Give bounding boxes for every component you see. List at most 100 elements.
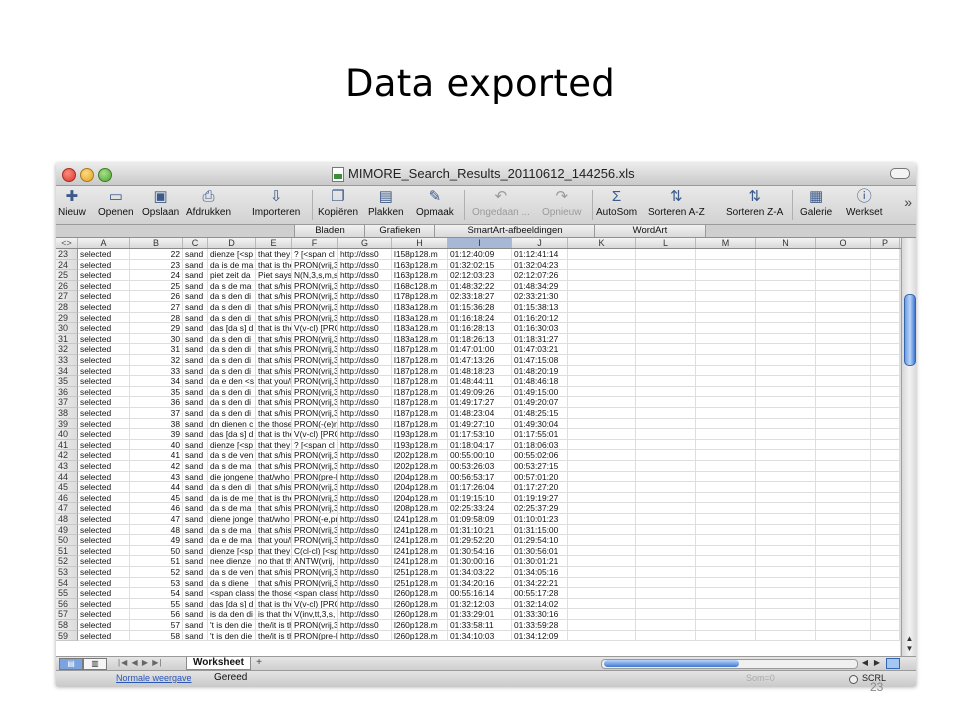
cell-n[interactable] xyxy=(756,397,816,408)
cell-h[interactable]: l163p128.m xyxy=(392,259,448,271)
cell-a[interactable]: selected xyxy=(78,609,130,620)
cell-k[interactable] xyxy=(568,535,636,546)
cell-d[interactable]: da s den di xyxy=(208,333,256,345)
cell-i[interactable]: 01:18:04:17 xyxy=(448,439,512,451)
cell-c[interactable]: sand xyxy=(183,323,208,334)
cell-i[interactable]: 01:19:15:10 xyxy=(448,492,512,504)
cell-n[interactable] xyxy=(756,386,816,398)
cell-p[interactable] xyxy=(871,450,900,461)
cell-a[interactable]: selected xyxy=(78,397,130,408)
cell-c[interactable]: sand xyxy=(183,249,208,260)
cell-f[interactable]: PRON(vrij,3 xyxy=(292,333,338,345)
cell-j[interactable]: 02:33:21:30 xyxy=(512,291,568,302)
cell-o[interactable] xyxy=(816,450,871,461)
cell-o[interactable] xyxy=(816,397,871,408)
cell-k[interactable] xyxy=(568,482,636,493)
cell-f[interactable]: <span class xyxy=(292,588,338,599)
cell-p[interactable] xyxy=(871,323,900,334)
ribbon-tab-smartart-afbeeldingen[interactable]: SmartArt-afbeeldingen xyxy=(434,225,596,237)
cell-o[interactable] xyxy=(816,386,871,398)
row-header[interactable]: 38 xyxy=(56,408,78,419)
cell-g[interactable]: http://dss0 xyxy=(338,492,392,504)
cell-h[interactable]: l193p128.m xyxy=(392,429,448,440)
cell-j[interactable]: 01:17:55:01 xyxy=(512,429,568,440)
cell-a[interactable]: selected xyxy=(78,376,130,387)
cell-h[interactable]: l187p128.m xyxy=(392,355,448,366)
cell-l[interactable] xyxy=(636,344,696,355)
cell-g[interactable]: http://dss0 xyxy=(338,567,392,578)
cell-n[interactable] xyxy=(756,588,816,599)
cell-l[interactable] xyxy=(636,365,696,377)
cell-j[interactable]: 01:48:20:19 xyxy=(512,365,568,377)
cell-f[interactable]: V(v-cl) [PRC xyxy=(292,429,338,440)
cell-h[interactable]: l187p128.m xyxy=(392,344,448,355)
cell-k[interactable] xyxy=(568,577,636,589)
cell-g[interactable]: http://dss0 xyxy=(338,630,392,642)
cell-n[interactable] xyxy=(756,471,816,483)
column-header-i[interactable]: I xyxy=(448,238,512,248)
cell-j[interactable]: 02:25:37:29 xyxy=(512,503,568,514)
cell-o[interactable] xyxy=(816,365,871,377)
cell-k[interactable] xyxy=(568,397,636,408)
cell-e[interactable]: that s/his/i xyxy=(256,386,292,398)
cell-c[interactable]: sand xyxy=(183,312,208,324)
row-header[interactable]: 45 xyxy=(56,482,78,493)
cell-k[interactable] xyxy=(568,386,636,398)
cell-g[interactable]: http://dss0 xyxy=(338,376,392,387)
cell-l[interactable] xyxy=(636,535,696,546)
cell-h[interactable]: l204p128.m xyxy=(392,471,448,483)
cell-l[interactable] xyxy=(636,249,696,260)
cell-e[interactable]: that s/his/i xyxy=(256,524,292,536)
cell-j[interactable]: 00:55:17:28 xyxy=(512,588,568,599)
cell-e[interactable]: that is the t xyxy=(256,598,292,610)
cell-h[interactable]: l260p128.m xyxy=(392,630,448,642)
cell-p[interactable] xyxy=(871,312,900,324)
cell-a[interactable]: selected xyxy=(78,492,130,504)
cell-e[interactable]: is that the t xyxy=(256,609,292,620)
cell-j[interactable]: 00:53:27:15 xyxy=(512,461,568,472)
cell-c[interactable]: sand xyxy=(183,471,208,483)
cell-j[interactable]: 01:47:03:21 xyxy=(512,344,568,355)
cell-a[interactable]: selected xyxy=(78,598,130,610)
cell-n[interactable] xyxy=(756,577,816,589)
cell-p[interactable] xyxy=(871,365,900,377)
cell-h[interactable]: l204p128.m xyxy=(392,482,448,493)
cell-e[interactable]: the those/t xyxy=(256,588,292,599)
cell-a[interactable]: selected xyxy=(78,418,130,430)
cell-p[interactable] xyxy=(871,524,900,536)
cell-m[interactable] xyxy=(696,408,756,419)
cell-e[interactable]: that s/his/i xyxy=(256,333,292,345)
cell-k[interactable] xyxy=(568,291,636,302)
cell-i[interactable]: 00:55:00:10 xyxy=(448,450,512,461)
cell-m[interactable] xyxy=(696,302,756,313)
cell-g[interactable]: http://dss0 xyxy=(338,577,392,589)
cell-a[interactable]: selected xyxy=(78,535,130,546)
cell-c[interactable]: sand xyxy=(183,376,208,387)
cell-n[interactable] xyxy=(756,344,816,355)
cell-c[interactable]: sand xyxy=(183,630,208,642)
cell-b[interactable]: 32 xyxy=(130,355,183,366)
cell-i[interactable]: 01:48:32:22 xyxy=(448,280,512,292)
cell-d[interactable]: da s den di xyxy=(208,344,256,355)
cell-e[interactable]: that s/his/i xyxy=(256,503,292,514)
cell-i[interactable]: 01:32:02:15 xyxy=(448,259,512,271)
cell-j[interactable]: 01:34:12:09 xyxy=(512,630,568,642)
cell-a[interactable]: selected xyxy=(78,386,130,398)
cell-j[interactable]: 01:12:41:14 xyxy=(512,249,568,260)
cell-p[interactable] xyxy=(871,376,900,387)
cell-o[interactable] xyxy=(816,471,871,483)
cell-d[interactable]: piet zeit da xyxy=(208,270,256,281)
row-header[interactable]: 47 xyxy=(56,503,78,514)
cell-o[interactable] xyxy=(816,280,871,292)
cell-o[interactable] xyxy=(816,249,871,260)
cell-m[interactable] xyxy=(696,280,756,292)
cell-h[interactable]: l260p128.m xyxy=(392,598,448,610)
cell-f[interactable]: PRON(vrij,3 xyxy=(292,461,338,472)
cell-b[interactable]: 29 xyxy=(130,323,183,334)
cell-g[interactable]: http://dss0 xyxy=(338,291,392,302)
cell-f[interactable]: PRON(vrij,3 xyxy=(292,376,338,387)
cell-k[interactable] xyxy=(568,450,636,461)
cell-h[interactable]: l183a128.m xyxy=(392,323,448,334)
cell-m[interactable] xyxy=(696,503,756,514)
view-mode-label[interactable]: Normale weergave xyxy=(116,673,192,683)
